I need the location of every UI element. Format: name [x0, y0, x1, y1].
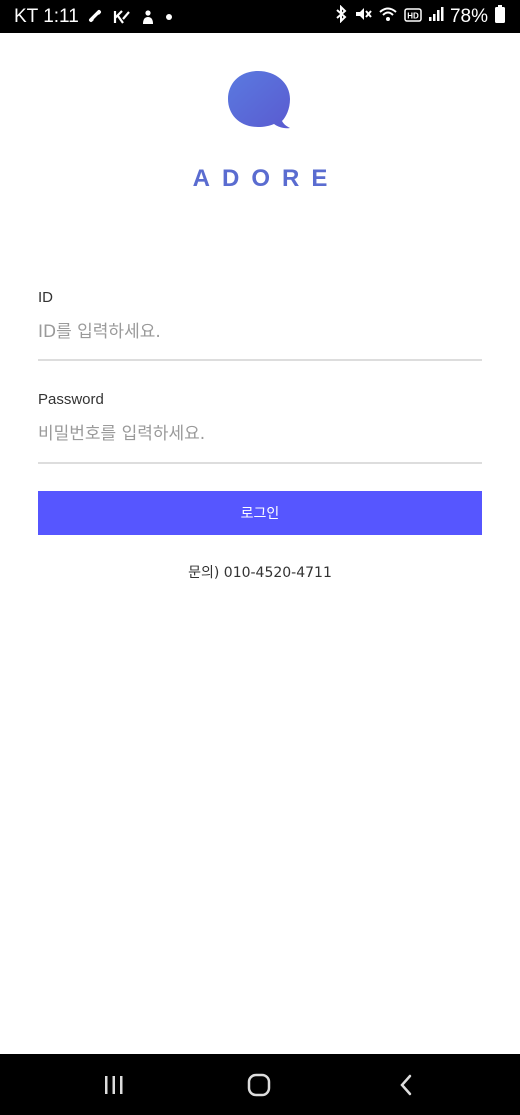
- battery-percentage: 78%: [449, 5, 488, 27]
- recent-apps-icon[interactable]: [100, 1072, 128, 1098]
- link-icon: [88, 9, 104, 25]
- signal-icon: [428, 6, 444, 27]
- status-left: KT 1:11: [14, 6, 173, 28]
- login-button[interactable]: 로그인: [38, 491, 482, 535]
- id-label: ID: [38, 289, 53, 306]
- dot-icon: [165, 13, 173, 21]
- password-label: Password: [38, 391, 104, 408]
- mute-icon: [354, 5, 372, 28]
- status-bar: KT 1:11 HD 78%: [0, 0, 520, 33]
- battery-icon: [494, 5, 506, 28]
- k-icon: [113, 9, 131, 25]
- id-input[interactable]: [38, 312, 482, 352]
- speech-bubble-icon: [226, 69, 296, 131]
- id-underline: [38, 359, 482, 361]
- login-screen: ADORE ID Password 로그인 문의) 010-4520-4711: [0, 33, 520, 1054]
- wifi-icon: [378, 5, 398, 28]
- carrier-time: KT 1:11: [14, 5, 79, 27]
- hd-icon: HD: [404, 6, 422, 27]
- brand-logo-text: ADORE: [192, 165, 340, 192]
- svg-text:HD: HD: [407, 12, 419, 21]
- contact-info: 문의) 010-4520-4711: [188, 565, 332, 581]
- back-icon[interactable]: [392, 1072, 420, 1098]
- home-icon[interactable]: [245, 1072, 273, 1098]
- password-underline: [38, 462, 482, 464]
- status-right: HD 78%: [334, 4, 506, 28]
- person-icon: [140, 9, 156, 25]
- navigation-bar: [0, 1054, 520, 1115]
- password-input[interactable]: [38, 414, 482, 454]
- bluetooth-icon: [334, 4, 348, 28]
